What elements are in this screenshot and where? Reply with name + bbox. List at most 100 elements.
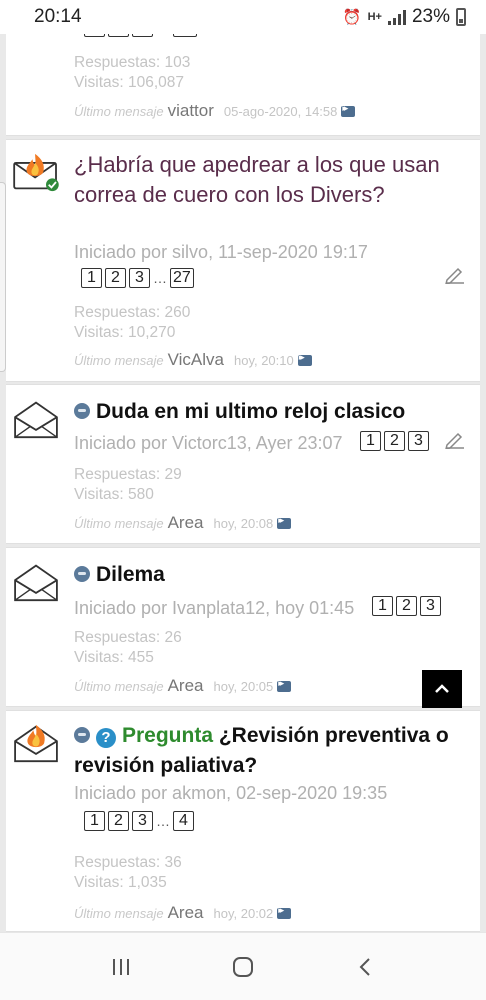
reply-count: Respuestas: 260 bbox=[74, 304, 191, 321]
back-button[interactable] bbox=[343, 947, 387, 987]
thread-status-icon bbox=[74, 403, 90, 419]
question-icon: ? bbox=[96, 728, 116, 748]
thread-starter: Iniciado por silvo, 11-sep-2020 19:17 bbox=[74, 242, 368, 262]
page-links: 1 2 3 … 4 bbox=[84, 811, 194, 831]
hot-topic-envelope-icon bbox=[13, 153, 59, 192]
thread-row[interactable]: ¿Habría que apedrear a los que usan corr… bbox=[6, 139, 480, 382]
page-link[interactable]: 41 bbox=[173, 34, 197, 37]
goto-last-post-icon[interactable] bbox=[277, 515, 292, 529]
page-link[interactable]: 1 bbox=[84, 811, 105, 831]
page-link[interactable]: 3 bbox=[408, 431, 429, 451]
page-link[interactable]: 2 bbox=[108, 34, 129, 37]
last-post-user[interactable]: VicAlva bbox=[168, 350, 224, 370]
goto-last-post-icon[interactable] bbox=[297, 352, 312, 366]
status-bar: 20:14 ⏰ H+ 23% bbox=[0, 0, 486, 34]
visit-count: Visitas: 1,035 bbox=[74, 874, 167, 891]
network-type: H+ bbox=[367, 11, 382, 23]
page-ellipsis: … bbox=[156, 34, 170, 35]
last-post-user[interactable]: viattor bbox=[168, 101, 214, 121]
page-link[interactable]: 2 bbox=[105, 268, 126, 288]
last-post-time: 05-ago-2020, 14:58 bbox=[223, 104, 338, 119]
reply-count: Respuestas: 103 bbox=[74, 54, 191, 71]
last-post-user[interactable]: Area bbox=[168, 903, 204, 923]
thread-title[interactable]: Duda en mi ultimo reloj clasico bbox=[96, 400, 405, 423]
recent-apps-button[interactable] bbox=[99, 947, 143, 987]
page-link[interactable]: 2 bbox=[108, 811, 129, 831]
goto-last-post-icon[interactable] bbox=[341, 103, 356, 117]
last-post-label: Último mensaje bbox=[74, 104, 164, 119]
pencil-icon[interactable] bbox=[444, 429, 466, 449]
thread-prefix[interactable]: Pregunta bbox=[122, 724, 213, 747]
thread-starter: Iniciado por Victorc13, Ayer 23:07 bbox=[74, 433, 343, 453]
last-post: Último mensaje Area hoy, 20:05 bbox=[74, 676, 292, 696]
page-links: 1 2 3 bbox=[360, 431, 429, 451]
thread-row[interactable]: Duda en mi ultimo reloj clasico Iniciado… bbox=[6, 384, 480, 544]
last-post-label: Último mensaje bbox=[74, 516, 164, 531]
envelope-icon bbox=[14, 564, 58, 602]
thread-row[interactable]: ? Pregunta ¿Revisión preventiva o revisió… bbox=[6, 710, 480, 932]
scroll-to-top-button[interactable] bbox=[422, 670, 462, 708]
thread-title[interactable]: ¿Habría que apedrear a los que usan corr… bbox=[74, 150, 460, 210]
last-post: Último mensaje Area hoy, 20:08 bbox=[74, 513, 292, 533]
page-link[interactable]: 3 bbox=[132, 811, 153, 831]
page-link[interactable]: 1 bbox=[84, 34, 105, 37]
page-link[interactable]: 3 bbox=[129, 268, 150, 288]
last-post-time: hoy, 20:08 bbox=[213, 516, 274, 531]
status-time: 20:14 bbox=[34, 6, 82, 27]
battery-icon bbox=[456, 8, 466, 26]
page-link[interactable]: 1 bbox=[372, 596, 393, 616]
thread-title-row[interactable]: Dilema bbox=[74, 560, 460, 590]
last-post-user[interactable]: Area bbox=[168, 676, 204, 696]
envelope-icon bbox=[14, 401, 58, 439]
page-link[interactable]: 4 bbox=[173, 811, 194, 831]
last-post-time: hoy, 20:05 bbox=[213, 679, 274, 694]
visit-count: Visitas: 580 bbox=[74, 486, 154, 503]
page-link[interactable]: 3 bbox=[420, 596, 441, 616]
last-post-label: Último mensaje bbox=[74, 906, 164, 921]
reply-count: Respuestas: 29 bbox=[74, 466, 182, 483]
battery-percent: 23% bbox=[411, 6, 450, 27]
goto-last-post-icon[interactable] bbox=[277, 905, 292, 919]
page-ellipsis: … bbox=[156, 813, 170, 829]
thread-starter: Iniciado por akmon, 02-sep-2020 19:35 bbox=[74, 783, 388, 803]
back-icon bbox=[359, 957, 370, 976]
thread-title-row[interactable]: ? Pregunta ¿Revisión preventiva o revisió… bbox=[74, 721, 460, 781]
page-link[interactable]: 27 bbox=[170, 268, 194, 288]
thread-title-row[interactable]: Duda en mi ultimo reloj clasico bbox=[74, 397, 460, 427]
last-post: Último mensaje viattor 05-ago-2020, 14:5… bbox=[74, 101, 356, 121]
page-link[interactable]: 1 bbox=[81, 268, 102, 288]
page-links: 1 2 3 … 27 bbox=[81, 268, 194, 288]
system-nav-bar bbox=[0, 932, 486, 1000]
thread-status-icon bbox=[74, 727, 90, 743]
visit-count: Visitas: 10,270 bbox=[74, 324, 176, 341]
reply-count: Respuestas: 36 bbox=[74, 854, 182, 871]
pencil-icon[interactable] bbox=[444, 264, 466, 284]
thread-title[interactable]: Dilema bbox=[96, 563, 165, 586]
status-icons: ⏰ H+ 23% bbox=[343, 6, 466, 28]
page-link[interactable]: 2 bbox=[396, 596, 417, 616]
page-links: 1 2 3 … 41 bbox=[84, 34, 197, 37]
last-post-time: hoy, 20:10 bbox=[233, 353, 294, 368]
thread-row[interactable]: Dilema Iniciado por Ivanplata12, hoy 01:… bbox=[6, 547, 480, 707]
recent-apps-icon bbox=[113, 958, 129, 975]
page-link[interactable]: 1 bbox=[360, 431, 381, 451]
home-button[interactable] bbox=[221, 947, 265, 987]
chevron-up-icon bbox=[435, 684, 449, 693]
page-link[interactable]: 3 bbox=[132, 34, 153, 37]
page-link[interactable]: 2 bbox=[384, 431, 405, 451]
page-links: 1 2 3 bbox=[372, 596, 441, 616]
last-post-label: Último mensaje bbox=[74, 679, 164, 694]
last-post: Último mensaje Area hoy, 20:02 bbox=[74, 903, 292, 923]
visit-count: Visitas: 455 bbox=[74, 649, 154, 666]
page-ellipsis: … bbox=[153, 270, 167, 286]
goto-last-post-icon[interactable] bbox=[277, 678, 292, 692]
thread-status-icon bbox=[74, 566, 90, 582]
reply-count: Respuestas: 26 bbox=[74, 629, 182, 646]
last-post: Último mensaje VicAlva hoy, 20:10 bbox=[74, 350, 312, 370]
thread-row[interactable]: 1 2 3 … 41 Respuestas: 103 Visitas: 106,… bbox=[6, 34, 480, 136]
last-post-label: Último mensaje bbox=[74, 353, 164, 368]
last-post-user[interactable]: Area bbox=[168, 513, 204, 533]
thread-starter: Iniciado por Ivanplata12, hoy 01:45 bbox=[74, 598, 355, 618]
thread-list: 1 2 3 … 41 Respuestas: 103 Visitas: 106,… bbox=[0, 34, 486, 932]
last-post-time: hoy, 20:02 bbox=[213, 906, 274, 921]
